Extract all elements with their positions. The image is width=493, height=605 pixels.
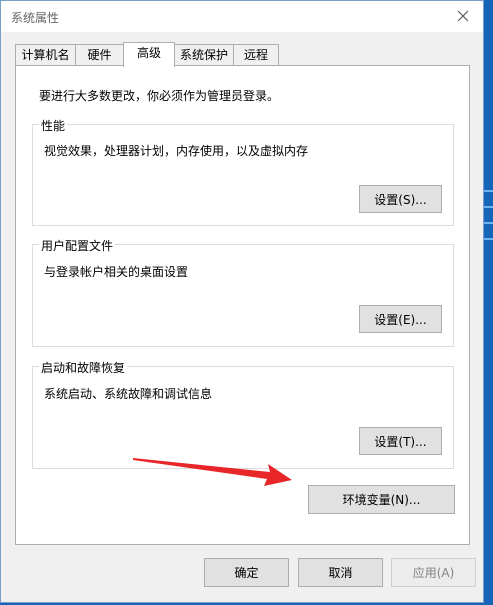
tab-advanced[interactable]: 高级 <box>123 42 175 67</box>
annotation-arrow-icon <box>133 458 292 486</box>
